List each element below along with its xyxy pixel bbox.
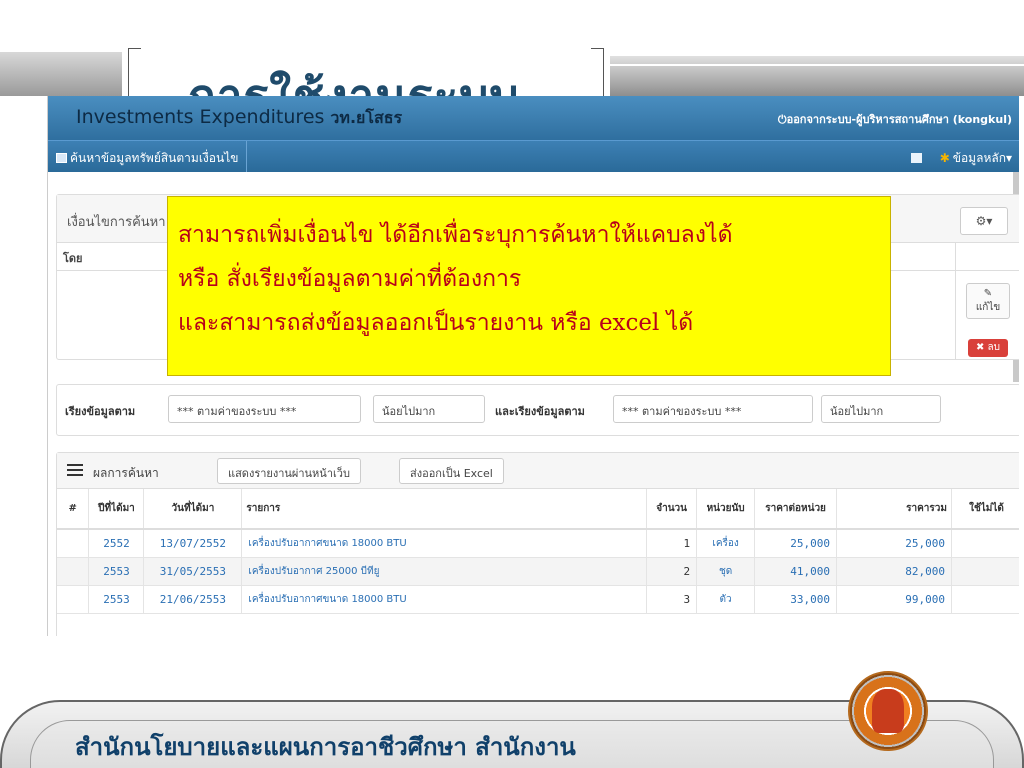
cell-unit-price[interactable]: 41,000	[754, 557, 838, 586]
gears-icon: ⚙▾	[975, 214, 993, 228]
conditions-title: เงื่อนไขการค้นหา	[67, 215, 166, 230]
cell-year[interactable]: 2553	[88, 557, 145, 586]
cell-date[interactable]: 21/06/2553	[143, 585, 243, 614]
cell-unusable	[951, 585, 1019, 614]
cell-qty: 2	[646, 557, 698, 586]
col-index[interactable]: #	[57, 489, 90, 530]
table-header-row: # ปีที่ได้มา วันที่ได้มา รายการ จำนวน หน…	[57, 489, 1019, 530]
cell-unit[interactable]: เครื่อง	[696, 529, 756, 558]
export-excel-button[interactable]: ส่งออกเป็น Excel	[399, 458, 504, 484]
app-name: Investments Expenditures	[76, 106, 325, 128]
cell-year[interactable]: 2553	[88, 585, 145, 614]
table-icon	[56, 153, 67, 163]
col-unit[interactable]: หน่วยนับ	[696, 489, 756, 530]
col-total[interactable]: ราคารวม	[836, 489, 952, 530]
edit-button[interactable]: ✎ แก้ไข	[966, 283, 1010, 319]
cell-unusable	[951, 529, 1019, 558]
cell-unit[interactable]: ตัว	[696, 585, 756, 614]
col-year[interactable]: ปีที่ได้มา	[88, 489, 145, 530]
col-date[interactable]: วันที่ได้มา	[143, 489, 243, 530]
delete-label: ลบ	[987, 342, 1001, 353]
callout-line-3: และสามารถส่งข้อมูลออกเป็นรายงาน หรือ exc…	[178, 310, 694, 336]
grid-icon[interactable]	[910, 153, 922, 163]
vocational-education-seal-icon	[848, 671, 928, 751]
callout-line-2: หรือ สั่งเรียงข้อมูลตามค่าที่ต้องการ	[178, 266, 522, 292]
cell-index	[57, 557, 90, 586]
header-decoration-left	[0, 52, 122, 96]
conditions-divider	[955, 243, 956, 359]
app-title[interactable]: Investments Expenditures วท.ยโสธร	[76, 106, 402, 131]
table-row[interactable]: 2552 13/07/2552 เครื่องปรับอากาศขนาด 180…	[57, 529, 1019, 558]
cell-item[interactable]: เครื่องปรับอากาศ 25000 บีทียู	[241, 557, 648, 586]
caret-down-icon: ▾	[1005, 151, 1012, 165]
web-report-button[interactable]: แสดงรายงานผ่านหน้าเว็บ	[217, 458, 361, 484]
cell-unusable	[951, 557, 1019, 586]
cell-total[interactable]: 99,000	[836, 585, 952, 614]
college-name: วท.ยโสธร	[330, 108, 403, 127]
cell-qty: 3	[646, 585, 698, 614]
list-icon	[67, 464, 83, 476]
cell-date[interactable]: 31/05/2553	[143, 557, 243, 586]
sort-label-1: เรียงข้อมูลตาม	[65, 405, 136, 418]
cell-item[interactable]: เครื่องปรับอากาศขนาด 18000 BTU	[241, 529, 648, 558]
sort-field-1-select[interactable]: *** ตามค่าของระบบ ***	[168, 395, 361, 423]
sort-field-2-select[interactable]: *** ตามค่าของระบบ ***	[613, 395, 813, 423]
col-item[interactable]: รายการ	[241, 489, 648, 530]
conditions-settings-button[interactable]: ⚙▾	[960, 207, 1008, 235]
column-by: โดย	[63, 252, 83, 265]
sort-label-2: และเรียงข้อมูลตาม	[495, 405, 585, 418]
cell-unit-price[interactable]: 33,000	[754, 585, 838, 614]
power-icon: ⏻	[777, 113, 787, 126]
header-decoration-right	[610, 56, 1024, 96]
nav-right: ✱ ข้อมูลหลัก▾	[910, 149, 1012, 168]
cell-date[interactable]: 13/07/2552	[143, 529, 243, 558]
asterisk-icon: ✱	[939, 151, 950, 165]
footer-organization: สำนักนโยบายและแผนการอาชีวศึกษา สำนักงาน	[75, 733, 576, 761]
col-qty[interactable]: จำนวน	[646, 489, 698, 530]
table-row[interactable]: 2553 21/06/2553 เครื่องปรับอากาศขนาด 180…	[57, 585, 1019, 614]
cell-year[interactable]: 2552	[88, 529, 145, 558]
table-row[interactable]: 2553 31/05/2553 เครื่องปรับอากาศ 25000 บ…	[57, 557, 1019, 586]
results-panel: ผลการค้นหา แสดงรายงานผ่านหน้าเว็บ ส่งออก…	[56, 452, 1019, 636]
annotation-callout: สามารถเพิ่มเงื่อนไข ได้อีกเพื่อระบุการค้…	[167, 196, 891, 376]
cell-total[interactable]: 25,000	[836, 529, 952, 558]
delete-button[interactable]: ✖ ลบ	[968, 339, 1008, 357]
nav-search-assets[interactable]: ค้นหาข้อมูลทรัพย์สินตามเงื่อนไข	[48, 141, 248, 172]
callout-line-1: สามารถเพิ่มเงื่อนไข ได้อีกเพื่อระบุการค้…	[178, 222, 733, 248]
cell-total[interactable]: 82,000	[836, 557, 952, 586]
col-unit-price[interactable]: ราคาต่อหน่วย	[754, 489, 838, 530]
seal-emblem	[872, 689, 904, 733]
cell-unit[interactable]: ชุด	[696, 557, 756, 586]
cell-item[interactable]: เครื่องปรับอากาศขนาด 18000 BTU	[241, 585, 648, 614]
results-header: ผลการค้นหา แสดงรายงานผ่านหน้าเว็บ ส่งออก…	[57, 453, 1019, 489]
cell-unit-price[interactable]: 25,000	[754, 529, 838, 558]
close-icon: ✖	[975, 342, 985, 353]
sort-order-2-select[interactable]: น้อยไปมาก	[821, 395, 941, 423]
app-header: Investments Expenditures วท.ยโสธร ⏻ออกจาก…	[48, 96, 1019, 140]
results-title: ผลการค้นหา	[93, 466, 159, 480]
sort-panel: เรียงข้อมูลตาม *** ตามค่าของระบบ *** น้อ…	[56, 384, 1019, 436]
nav-search-label: ค้นหาข้อมูลทรัพย์สินตามเงื่อนไข	[70, 151, 239, 165]
logout-link[interactable]: ⏻ออกจากระบบ-ผู้บริหารสถานศึกษา (kongkul)	[778, 110, 1012, 128]
logout-label: ออกจากระบบ-ผู้บริหารสถานศึกษา (kongkul)	[786, 113, 1012, 126]
cell-index	[57, 529, 90, 558]
sort-order-1-select[interactable]: น้อยไปมาก	[373, 395, 485, 423]
pencil-icon: ✎	[983, 288, 993, 299]
edit-label: แก้ไข	[975, 302, 1001, 313]
cell-qty: 1	[646, 529, 698, 558]
col-unusable[interactable]: ใช้ไม่ได้	[951, 489, 1019, 530]
app-navbar: ค้นหาข้อมูลทรัพย์สินตามเงื่อนไข ✱ ข้อมูลห…	[48, 140, 1019, 172]
cell-index	[57, 585, 90, 614]
nav-master-data-menu[interactable]: ข้อมูลหลัก	[953, 151, 1006, 165]
results-table: # ปีที่ได้มา วันที่ได้มา รายการ จำนวน หน…	[57, 489, 1019, 614]
